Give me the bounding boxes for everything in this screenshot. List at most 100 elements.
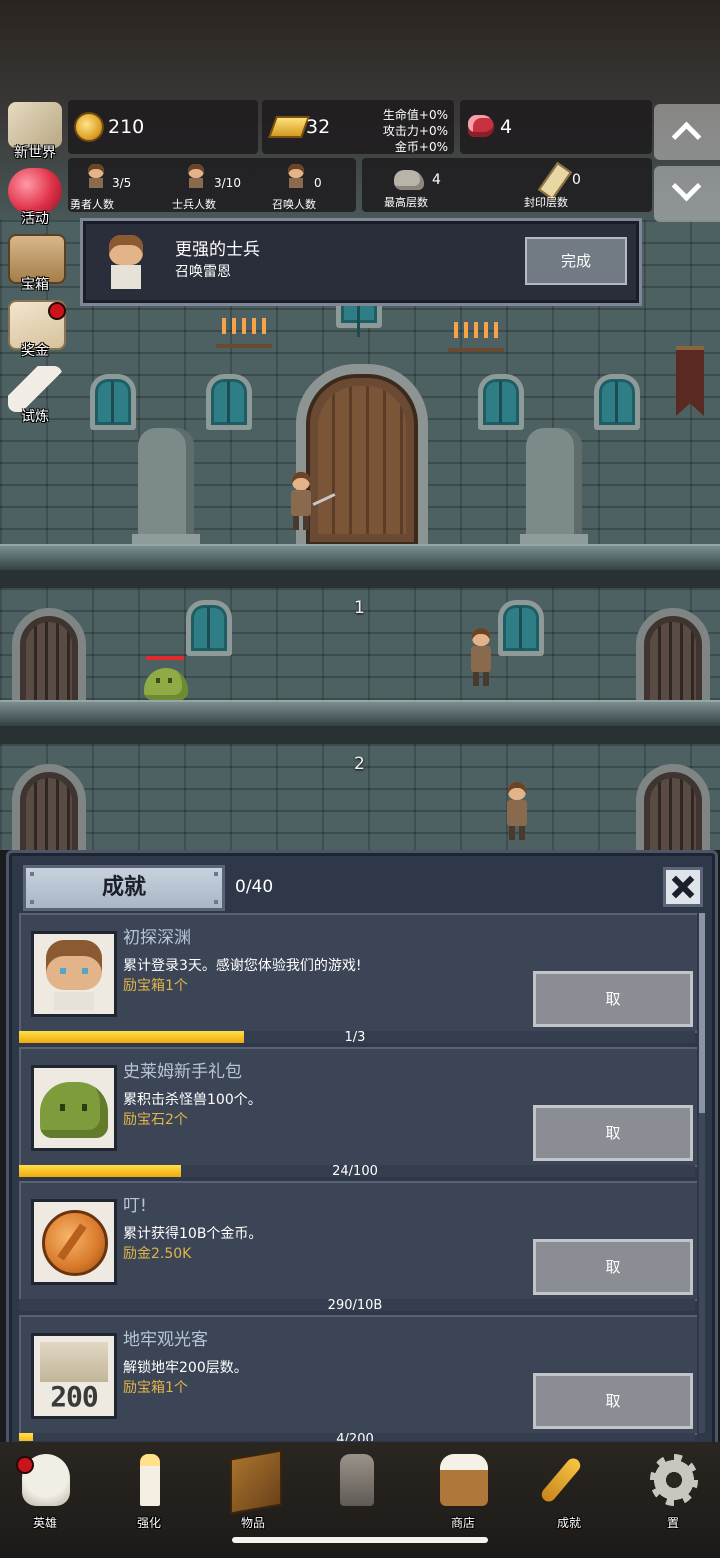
nav-achievements[interactable]: 成就 (524, 1446, 614, 1532)
side-item-label: 奖金 (21, 343, 49, 359)
side-item-bonus[interactable]: 奖金 (2, 298, 68, 362)
slime-icon (31, 1065, 117, 1151)
achievement-count: 0/40 (235, 877, 274, 897)
bonus-hp: 生命值+0% (382, 108, 448, 122)
achievement-title: 初探深渊 (123, 928, 191, 948)
nav-label: 英雄 (32, 1516, 57, 1530)
hero-count-label: 勇者人数 (70, 198, 114, 211)
floor-door (12, 764, 86, 850)
claim-button[interactable]: 取 (533, 1105, 693, 1161)
coin-icon (31, 1199, 117, 1285)
chevron-down-icon (671, 171, 702, 202)
nav-label: 成就 (556, 1516, 581, 1530)
achievement-reward: 励金2.50K (123, 1246, 192, 1262)
claim-button[interactable]: 取 (533, 971, 693, 1027)
achievement-row: 初探深渊 累计登录3天。感谢您体验我们的游戏! 励宝箱1个 取 1/3 (17, 913, 697, 1047)
nav-label: 物品 (240, 1516, 265, 1530)
notification-badge (16, 1456, 34, 1474)
quest-banner[interactable]: 更强的士兵 召唤雷恩 完成 (80, 218, 642, 306)
side-item-new-world[interactable]: 新世界 (2, 100, 68, 164)
achievement-title: 叮! (123, 1196, 147, 1216)
progress-text: 1/3 (344, 1030, 366, 1045)
side-item-event[interactable]: 活动 (2, 166, 68, 230)
floor-shadow (0, 570, 720, 588)
achievement-row: 叮! 累计获得10B个金币。 励金2.50K 取 290/10B (17, 1181, 697, 1315)
claim-button[interactable]: 取 (533, 1373, 693, 1429)
achievement-title: 史莱姆新手礼包 (123, 1062, 242, 1082)
nav-upgrade[interactable]: 强化 (104, 1446, 194, 1532)
side-item-label: 宝箱 (21, 277, 49, 293)
floor-ledge (0, 544, 720, 572)
coins-display: 210 (68, 100, 258, 154)
floor-number: 1 (354, 598, 365, 618)
claim-button[interactable]: 取 (533, 1239, 693, 1295)
rock-icon (394, 170, 424, 190)
coin-icon (74, 112, 104, 142)
chandelier-icon (448, 322, 504, 352)
achievement-card: 史莱姆新手礼包 累积击杀怪兽100个。 励宝石2个 取 (19, 1047, 697, 1167)
summon-count-label: 召唤人数 (272, 198, 316, 211)
close-button[interactable] (663, 867, 703, 907)
nav-shop[interactable]: 商店 (418, 1446, 508, 1532)
soldier-character[interactable] (468, 628, 494, 686)
progress-text: 24/100 (332, 1164, 378, 1179)
nav-items[interactable]: 物品 (208, 1446, 298, 1532)
tab-achievements[interactable]: 成就 (23, 865, 225, 911)
quest-title: 更强的士兵 (175, 240, 260, 260)
candle-icon (140, 1454, 160, 1506)
window (478, 374, 524, 430)
window (206, 374, 252, 430)
nav-lantern[interactable] (312, 1446, 402, 1532)
hero-head-icon (86, 164, 106, 188)
nav-label: 商店 (450, 1516, 475, 1530)
achievement-card: 200 地牢观光客 解锁地牢200层数。 励宝箱1个 取 (19, 1315, 697, 1435)
achievement-card: 初探深渊 累计登录3天。感谢您体验我们的游戏! 励宝箱1个 取 (19, 913, 697, 1033)
hero-count: 3/5 (112, 176, 132, 190)
max-floor-value: 4 (432, 172, 441, 188)
floor-ledge (0, 700, 720, 728)
achievement-desc: 累积击杀怪兽100个。 (123, 1092, 262, 1108)
achievements-panel: 成就 0/40 初探深渊 累计登录3天。感谢您体验我们的游戏! 励宝箱1个 取 … (6, 850, 718, 1448)
achievement-desc: 解锁地牢200层数。 (123, 1360, 248, 1376)
nav-heroes[interactable]: 英雄 (0, 1446, 90, 1532)
hero-portrait-icon (103, 233, 149, 289)
hero-character[interactable] (288, 472, 336, 530)
progress-text: 4/200 (336, 1432, 374, 1442)
window (498, 600, 544, 656)
soldier-character[interactable] (504, 782, 530, 840)
bonus-attack: 攻击力+0% (382, 124, 448, 138)
side-item-label: 活动 (21, 211, 49, 227)
scrollbar-thumb[interactable] (699, 913, 705, 1113)
side-item-trial[interactable]: 试炼 (2, 364, 68, 428)
gold-value: 32 (306, 116, 331, 138)
achievement-desc: 累计登录3天。感谢您体验我们的游戏! (123, 958, 362, 974)
sealed-floor-value: 0 (572, 172, 581, 188)
quest-subtitle: 召唤雷恩 (175, 264, 231, 280)
enemy-hp-bar (146, 656, 184, 660)
window (594, 374, 640, 430)
soldier-count: 3/10 (214, 176, 241, 190)
unit-stats: 3/5 勇者人数 3/10 士兵人数 0 召唤人数 (68, 158, 356, 212)
home-indicator[interactable] (232, 1537, 488, 1543)
tab-label: 成就 (101, 875, 146, 900)
achievement-card: 叮! 累计获得10B个金币。 励金2.50K 取 (19, 1181, 697, 1301)
scroll-up-button[interactable] (654, 104, 720, 160)
scroll-down-button[interactable] (654, 166, 720, 222)
nav-settings[interactable]: 置 (628, 1446, 718, 1532)
floor-door (636, 764, 710, 850)
achievement-title: 地牢观光客 (123, 1330, 208, 1350)
side-item-label: 新世界 (14, 145, 56, 161)
floor-stats: 4 最高层数 0 封印层数 (362, 158, 652, 212)
hero-portrait-icon (31, 931, 117, 1017)
coins-value: 210 (108, 116, 145, 138)
window (186, 600, 232, 656)
side-item-chest[interactable]: 宝箱 (2, 232, 68, 296)
side-item-label: 试炼 (21, 409, 49, 425)
quest-complete-button[interactable]: 完成 (525, 237, 627, 285)
notification-badge (48, 302, 66, 320)
achievement-list[interactable]: 初探深渊 累计登录3天。感谢您体验我们的游戏! 励宝箱1个 取 1/3 史莱姆新… (17, 913, 697, 1441)
soldier-count-label: 士兵人数 (172, 198, 216, 211)
dungeon-200-label: 200 (50, 1380, 99, 1413)
knight-statue-icon (132, 428, 200, 550)
achievement-row: 史莱姆新手礼包 累积击杀怪兽100个。 励宝石2个 取 24/100 (17, 1047, 697, 1181)
